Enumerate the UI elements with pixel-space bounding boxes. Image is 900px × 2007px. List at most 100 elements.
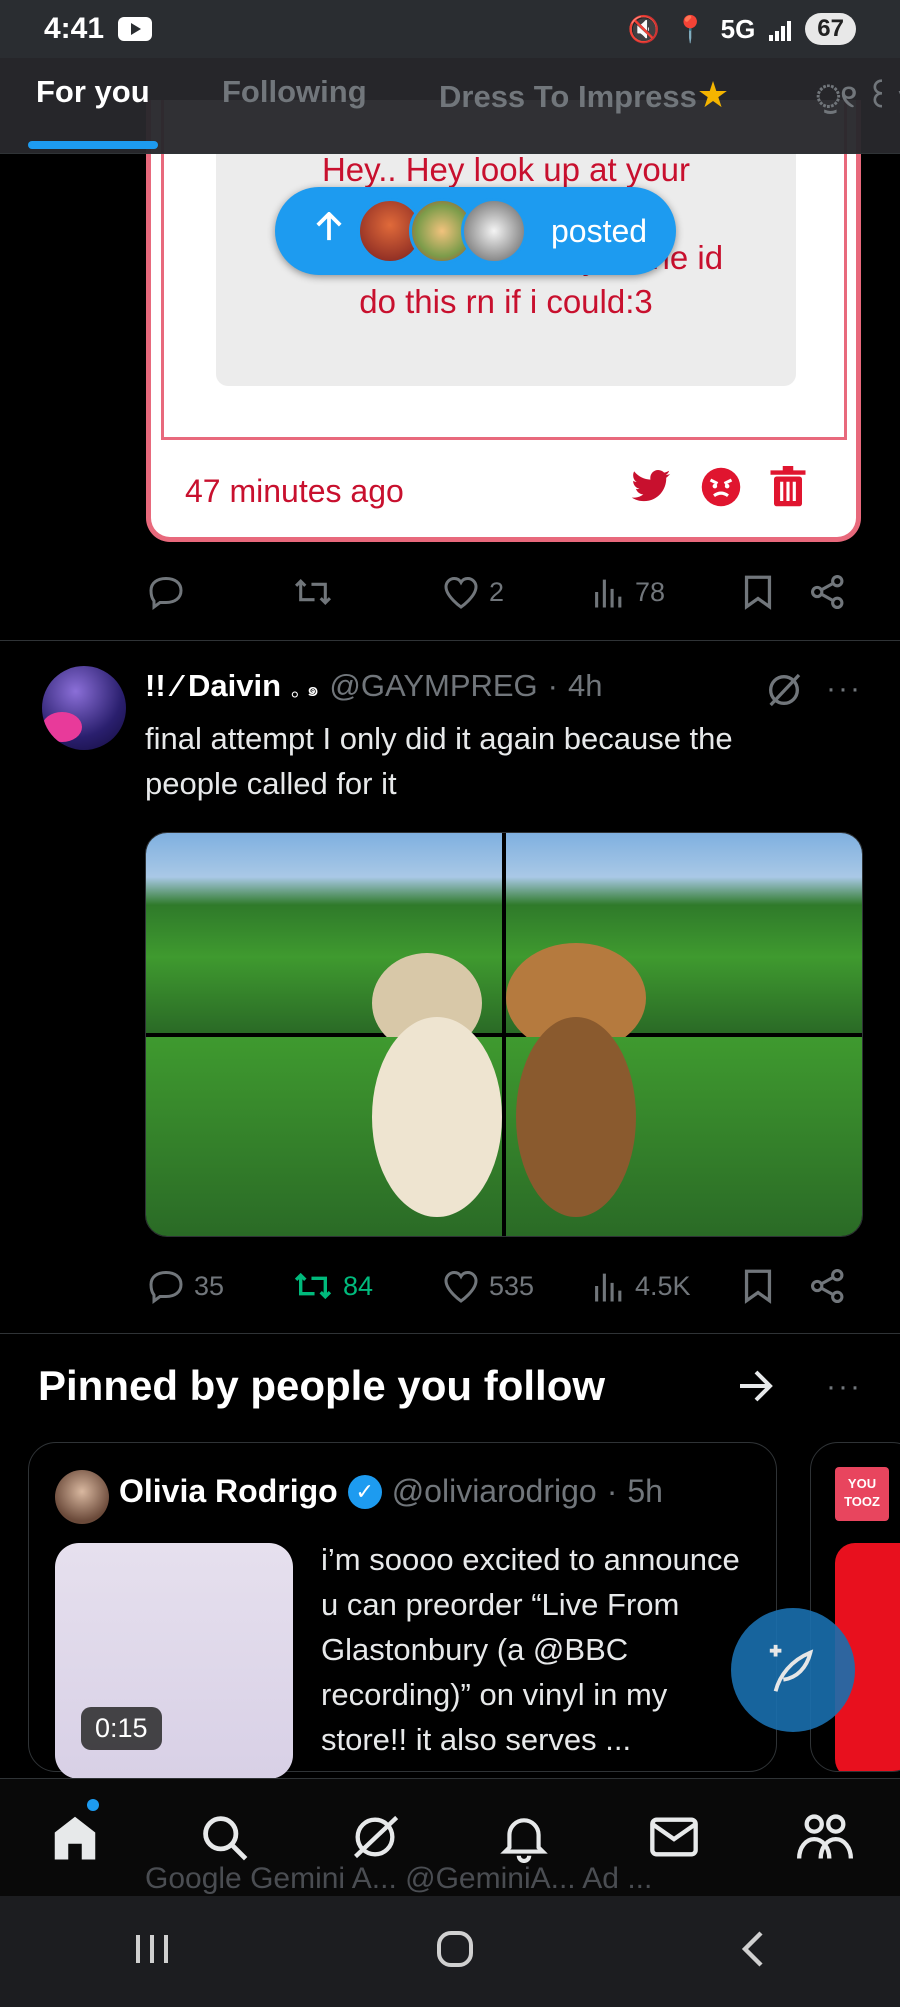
like-count: 535 bbox=[489, 1270, 535, 1301]
view-count: 4.5K bbox=[635, 1270, 691, 1301]
avatar[interactable] bbox=[42, 666, 126, 750]
more-options-icon[interactable]: ··· bbox=[826, 672, 862, 706]
nav-messages[interactable] bbox=[644, 1807, 704, 1867]
video-thumbnail[interactable]: 0:15 bbox=[55, 1543, 293, 1779]
nav-search[interactable] bbox=[194, 1807, 254, 1867]
author-name[interactable]: !! ⁄ Daivin bbox=[145, 668, 281, 704]
like-button[interactable]: 535 bbox=[443, 1269, 593, 1303]
reply-icon bbox=[149, 576, 183, 610]
divider bbox=[0, 1333, 900, 1334]
reply-count: 35 bbox=[194, 1270, 225, 1301]
heart-icon bbox=[444, 1270, 478, 1303]
trash-icon[interactable] bbox=[770, 466, 806, 516]
tab-for-you[interactable]: For you bbox=[36, 74, 150, 110]
repost-button[interactable] bbox=[293, 574, 443, 610]
view-count: 78 bbox=[635, 576, 666, 607]
arrow-right-icon[interactable] bbox=[738, 1370, 774, 1407]
verified-badge-icon: ✓ bbox=[347, 1474, 382, 1509]
post-actions: 2 78 bbox=[148, 570, 860, 614]
reply-button[interactable]: 35 bbox=[148, 1268, 293, 1304]
separator-dot: · bbox=[606, 1473, 618, 1509]
media-image[interactable] bbox=[506, 833, 862, 1053]
share-button[interactable] bbox=[811, 575, 845, 609]
author-handle[interactable]: @GAYMPREG bbox=[329, 668, 537, 704]
embed-footer: 47 minutes ago bbox=[151, 446, 856, 536]
grok-icon[interactable] bbox=[764, 670, 804, 715]
posted-label: posted bbox=[551, 212, 648, 249]
nav-notifications[interactable] bbox=[494, 1807, 554, 1867]
communities-icon bbox=[797, 1814, 853, 1859]
media-grid[interactable] bbox=[145, 832, 863, 1237]
status-indicators: 🔇 📍 5G 67 bbox=[628, 13, 856, 45]
repost-count: 84 bbox=[343, 1270, 374, 1301]
bookmark-button[interactable] bbox=[743, 574, 811, 610]
author-name[interactable]: Olivia Rodrigo bbox=[119, 1473, 338, 1510]
author-name-suffix: ｡ ๑ bbox=[291, 679, 320, 701]
mute-icon: 🔇 bbox=[627, 13, 661, 44]
share-icon bbox=[811, 1269, 844, 1303]
tab-more[interactable]: ੁ୧ ꒰ y bbox=[816, 74, 900, 116]
bell-icon bbox=[500, 1818, 548, 1863]
battery-indicator: 67 bbox=[805, 13, 856, 45]
reply-icon bbox=[149, 1270, 183, 1304]
author-handle[interactable]: @oliviarodrigo bbox=[392, 1473, 597, 1510]
divider bbox=[0, 640, 900, 641]
tab-indicator bbox=[28, 141, 158, 149]
post-actions: 35 84 535 4.5K bbox=[148, 1264, 860, 1308]
bookmark-icon bbox=[744, 1269, 772, 1304]
share-icon bbox=[811, 575, 844, 609]
tab-following[interactable]: Following bbox=[222, 74, 367, 110]
embed-line: do this rn if i could:3 bbox=[359, 283, 653, 320]
nav-grok[interactable] bbox=[345, 1807, 405, 1867]
more-options-icon[interactable]: ··· bbox=[826, 1370, 862, 1404]
arrow-up-icon bbox=[315, 211, 343, 250]
pinned-section-title: Pinned by people you follow bbox=[38, 1362, 606, 1409]
recent-apps-button[interactable] bbox=[132, 1931, 172, 1972]
status-bar: 4:41 🔇 📍 5G 67 bbox=[0, 0, 900, 58]
angry-face-icon[interactable] bbox=[700, 466, 742, 516]
top-tabs: For you Following Dress To Impress★ ੁ୧ ꒰… bbox=[0, 58, 900, 154]
new-posts-pill[interactable]: posted bbox=[275, 187, 676, 275]
views-icon bbox=[595, 579, 622, 608]
star-icon: ★ bbox=[696, 74, 730, 115]
ghost-ad-row: Google Gemini A... @GeminiA... Ad ... bbox=[0, 1862, 900, 1896]
video-duration: 0:15 bbox=[81, 1707, 162, 1750]
embed-timestamp: 47 minutes ago bbox=[185, 472, 404, 509]
grok-icon bbox=[354, 1815, 399, 1859]
bookmark-button[interactable] bbox=[743, 1268, 811, 1304]
post-header: Olivia Rodrigo ✓ @oliviarodrigo · 5h bbox=[119, 1473, 663, 1510]
youtube-icon bbox=[118, 17, 153, 41]
back-button[interactable] bbox=[738, 1929, 768, 1974]
nav-communities[interactable] bbox=[795, 1807, 855, 1867]
bookmark-icon bbox=[744, 575, 772, 610]
youtooz-logo: YOU TOOZ bbox=[835, 1467, 889, 1521]
share-button[interactable] bbox=[811, 1269, 845, 1303]
post-time: 5h bbox=[627, 1473, 663, 1509]
reply-button[interactable] bbox=[148, 574, 293, 610]
views-button[interactable]: 78 bbox=[593, 575, 743, 609]
signal-icon bbox=[769, 17, 792, 41]
embed-line: Hey.. Hey look up at your bbox=[321, 151, 691, 188]
like-button[interactable]: 2 bbox=[443, 575, 593, 609]
embedded-card[interactable]: Hey.. Hey look up at your s rner. The As… bbox=[146, 100, 861, 542]
compose-feather-icon bbox=[769, 1644, 814, 1692]
bird-icon[interactable] bbox=[630, 469, 672, 513]
network-label: 5G bbox=[720, 13, 756, 44]
repost-button[interactable]: 84 bbox=[293, 1268, 443, 1304]
ghost-ad-text: Google Gemini A... @GeminiA... Ad ... bbox=[145, 1862, 653, 1895]
media-image[interactable] bbox=[506, 1017, 862, 1236]
status-time: 4:41 bbox=[44, 12, 105, 45]
pinned-post-card[interactable]: Olivia Rodrigo ✓ @oliviarodrigo · 5h 0:1… bbox=[28, 1442, 777, 1779]
tab-dress-to-impress[interactable]: Dress To Impress★ bbox=[439, 74, 729, 116]
avatar bbox=[461, 198, 527, 264]
media-image[interactable] bbox=[146, 1017, 502, 1236]
nav-home[interactable] bbox=[45, 1799, 105, 1867]
compose-button[interactable] bbox=[731, 1608, 855, 1732]
heart-icon bbox=[444, 576, 478, 609]
home-button[interactable] bbox=[435, 1929, 475, 1974]
avatar[interactable] bbox=[55, 1470, 109, 1524]
home-icon bbox=[54, 1816, 96, 1860]
views-button[interactable]: 4.5K bbox=[593, 1269, 743, 1303]
android-nav-bar bbox=[0, 1896, 900, 2007]
media-image[interactable] bbox=[146, 833, 502, 1053]
